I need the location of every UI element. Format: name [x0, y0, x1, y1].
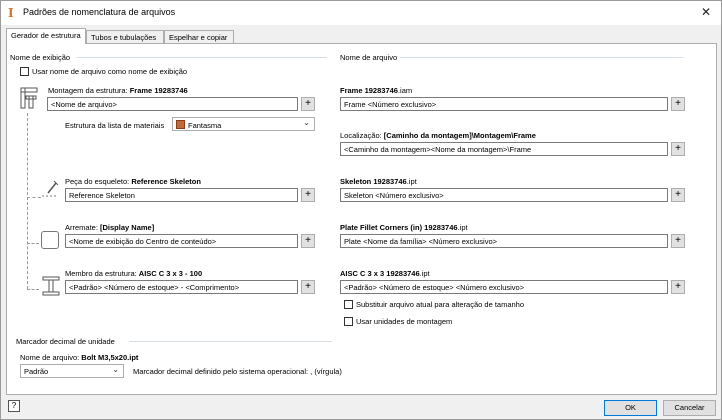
- member-filename-field[interactable]: <Padrão> <Número de estoque> <Número exc…: [340, 280, 668, 294]
- os-decimal-marker-text: Marcador decimal definido pelo sistema o…: [133, 367, 342, 376]
- assembly-name-field[interactable]: <Nome de arquivo>: [47, 97, 298, 111]
- bom-structure-value: Fantasma: [188, 121, 222, 130]
- replace-file-label: Substituir arquivo atual para alteração …: [356, 300, 525, 309]
- tab-mirror-copy[interactable]: Espelhar e copiar: [164, 30, 234, 44]
- frame-member-name-field[interactable]: <Padrão> <Número de estoque> - <Comprime…: [65, 280, 298, 294]
- frame-filename-preview: Frame 19283746.iam: [340, 86, 413, 95]
- tab-panel: Nome de exibição Usar nome de arquivo co…: [6, 43, 717, 395]
- help-icon[interactable]: ?: [8, 400, 20, 412]
- location-field[interactable]: <Caminho da montagem><Nome da montagem>\…: [340, 142, 668, 156]
- decimal-marker-dropdown[interactable]: Padrão ⌄: [20, 364, 124, 378]
- frame-member-icon: [42, 276, 60, 296]
- location-add-button[interactable]: +: [671, 142, 685, 156]
- end-treatment-label: Arremate: [Display Name]: [65, 223, 155, 232]
- tree-connector: [27, 243, 39, 244]
- plate-filename-field[interactable]: Plate <Nome da família> <Número exclusiv…: [340, 234, 668, 248]
- skeleton-filename-preview: Skeleton 19283746.ipt: [340, 177, 417, 186]
- replace-file-checkbox[interactable]: [344, 300, 353, 309]
- location-label: Localização: [Caminho da montagem]\Monta…: [340, 131, 536, 140]
- use-assembly-units-checkbox[interactable]: [344, 317, 353, 326]
- use-filename-label: Usar nome de arquivo como nome de exibiç…: [32, 67, 188, 76]
- window-title: Padrões de nomenclatura de arquivos: [23, 7, 176, 17]
- skeleton-filename-add-button[interactable]: +: [671, 188, 685, 202]
- chevron-down-icon: ⌄: [112, 365, 119, 374]
- member-filename-add-button[interactable]: +: [671, 280, 685, 294]
- decimal-filename-label: Nome de arquivo: Bolt M3,5x20.ipt: [20, 353, 139, 362]
- skeleton-label: Peça do esqueleto: Reference Skeleton: [65, 177, 201, 186]
- skeleton-filename-field[interactable]: Skeleton <Número exclusivo>: [340, 188, 668, 202]
- plate-filename-add-button[interactable]: +: [671, 234, 685, 248]
- file-name-section-title: Nome de arquivo: [340, 53, 398, 62]
- end-treatment-add-button[interactable]: +: [301, 234, 315, 248]
- section-divider: [400, 57, 683, 58]
- phantom-icon: [176, 120, 185, 129]
- decimal-marker-section-title: Marcador decimal de unidade: [16, 337, 115, 346]
- bom-structure-dropdown[interactable]: Fantasma ⌄: [172, 117, 315, 131]
- end-treatment-name-field[interactable]: <Nome de exibição do Centro de conteúdo>: [65, 234, 298, 248]
- skeleton-name-field[interactable]: Reference Skeleton: [65, 188, 298, 202]
- cancel-button[interactable]: Cancelar: [663, 400, 716, 416]
- tree-connector: [27, 113, 28, 289]
- use-filename-checkbox[interactable]: [20, 67, 29, 76]
- tree-connector: [27, 197, 41, 198]
- assembly-label: Montagem da estrutura: Frame 19283746: [48, 86, 188, 95]
- close-button[interactable]: ✕: [699, 5, 713, 19]
- display-name-section-title: Nome de exibição: [10, 53, 71, 62]
- member-filename-preview: AISC C 3 x 3 19283746.ipt: [340, 269, 430, 278]
- plate-filename-preview: Plate Fillet Corners (in) 19283746.ipt: [340, 223, 468, 232]
- tab-tube-and-pipe[interactable]: Tubos e tubulações: [86, 30, 164, 44]
- dialog-window: I Padrões de nomenclatura de arquivos ✕ …: [0, 0, 722, 420]
- frame-filename-add-button[interactable]: +: [671, 97, 685, 111]
- section-divider: [129, 341, 332, 342]
- skeleton-add-button[interactable]: +: [301, 188, 315, 202]
- ok-button[interactable]: OK: [604, 400, 657, 416]
- decimal-marker-value: Padrão: [24, 367, 49, 376]
- tree-connector: [27, 289, 39, 290]
- tab-frame-generator[interactable]: Gerador de estrutura: [6, 28, 86, 44]
- section-divider: [77, 57, 327, 58]
- skeleton-part-icon: [42, 180, 59, 197]
- frame-member-add-button[interactable]: +: [301, 280, 315, 294]
- inventor-app-icon: I: [8, 6, 14, 20]
- frame-member-label: Membro da estrutura: AISC C 3 x 3 - 100: [65, 269, 203, 278]
- title-bar: I Padrões de nomenclatura de arquivos ✕: [1, 1, 721, 25]
- frame-assembly-icon: [20, 87, 38, 109]
- chevron-down-icon: ⌄: [303, 118, 310, 127]
- assembly-add-button[interactable]: +: [301, 97, 315, 111]
- use-assembly-units-label: Usar unidades de montagem: [356, 317, 453, 326]
- frame-filename-field[interactable]: Frame <Número exclusivo>: [340, 97, 668, 111]
- end-treatment-icon: [41, 231, 59, 249]
- bom-structure-label: Estrutura da lista de materiais: [65, 121, 165, 130]
